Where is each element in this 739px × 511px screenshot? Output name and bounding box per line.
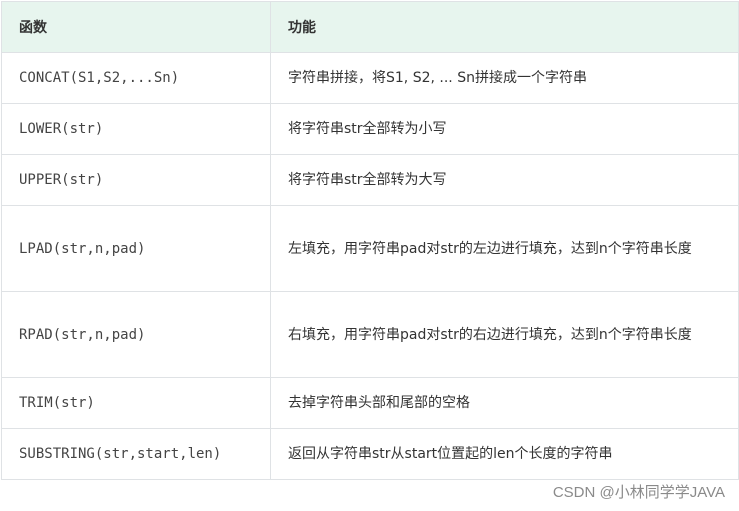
table-row: RPAD(str,n,pad) 右填充，用字符串pad对str的右边进行填充，达…	[1, 291, 739, 378]
table-row: LPAD(str,n,pad) 左填充，用字符串pad对str的左边进行填充，达…	[1, 205, 739, 292]
function-name: SUBSTRING(str,start,len)	[1, 428, 271, 480]
function-name: CONCAT(S1,S2,...Sn)	[1, 52, 271, 104]
function-name: LOWER(str)	[1, 103, 271, 155]
functions-table: 函数 功能 CONCAT(S1,S2,...Sn) 字符串拼接，将S1, S2,…	[1, 1, 739, 480]
function-description: 将字符串str全部转为小写	[270, 103, 739, 155]
table-row: SUBSTRING(str,start,len) 返回从字符串str从start…	[1, 428, 739, 480]
function-description: 左填充，用字符串pad对str的左边进行填充，达到n个字符串长度	[270, 205, 739, 292]
function-name: TRIM(str)	[1, 377, 271, 429]
header-feature: 功能	[270, 1, 739, 53]
function-name: LPAD(str,n,pad)	[1, 205, 271, 292]
function-name: RPAD(str,n,pad)	[1, 291, 271, 378]
function-name: UPPER(str)	[1, 154, 271, 206]
function-description: 去掉字符串头部和尾部的空格	[270, 377, 739, 429]
table-row: LOWER(str) 将字符串str全部转为小写	[1, 103, 739, 155]
function-description: 字符串拼接，将S1, S2, ... Sn拼接成一个字符串	[270, 52, 739, 104]
table-header-row: 函数 功能	[1, 1, 739, 53]
table-row: TRIM(str) 去掉字符串头部和尾部的空格	[1, 377, 739, 429]
function-description: 将字符串str全部转为大写	[270, 154, 739, 206]
function-description: 返回从字符串str从start位置起的len个长度的字符串	[270, 428, 739, 480]
table-row: CONCAT(S1,S2,...Sn) 字符串拼接，将S1, S2, ... S…	[1, 52, 739, 104]
header-function: 函数	[1, 1, 271, 53]
watermark: CSDN @小林同学学JAVA	[552, 484, 725, 501]
function-description: 右填充，用字符串pad对str的右边进行填充，达到n个字符串长度	[270, 291, 739, 378]
table-row: UPPER(str) 将字符串str全部转为大写	[1, 154, 739, 206]
